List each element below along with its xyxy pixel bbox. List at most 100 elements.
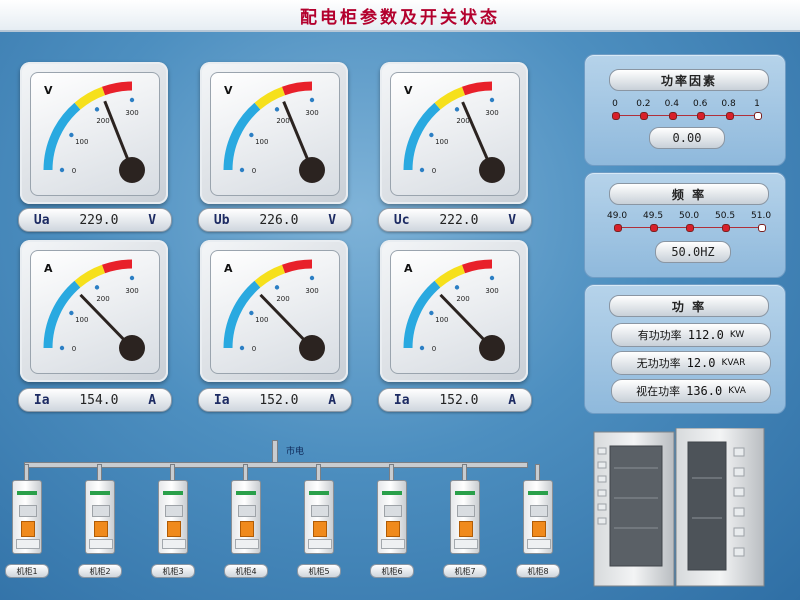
power-title: 功 率 (609, 295, 769, 317)
breaker-3[interactable] (158, 480, 188, 554)
meter-unit: A (404, 262, 413, 275)
meter-tick (239, 167, 245, 173)
page-title: 配电柜参数及开关状态 (300, 7, 500, 28)
meter-unit: A (44, 262, 53, 275)
breaker-terminal (308, 539, 332, 549)
meter-unit: A (224, 262, 233, 275)
meter-arc (403, 280, 441, 349)
scale-label: 0.8 (721, 99, 736, 109)
meter-hub (119, 157, 145, 183)
breaker-label: 机柜6 (370, 564, 414, 578)
breaker-terminal (235, 539, 259, 549)
power-value: 12.0 (686, 356, 716, 370)
breaker-switch[interactable] (532, 521, 546, 537)
scale-label: 0.4 (664, 99, 679, 109)
meter-tick (129, 275, 135, 281)
frequency-value: 50.0HZ (655, 241, 731, 263)
meter-tick (129, 97, 135, 103)
breaker-switch[interactable] (94, 521, 108, 537)
meter-tick (489, 97, 495, 103)
breaker-2[interactable] (85, 480, 115, 554)
meter-arc (74, 264, 106, 288)
breaker-face (165, 505, 183, 517)
readout-unit: A (508, 392, 517, 408)
scale-dot (650, 224, 658, 232)
meter-tick-label: 300 (125, 109, 138, 117)
scale-line (615, 115, 757, 116)
readout-value: 154.0 (79, 392, 119, 408)
meter-arc (462, 81, 493, 96)
scale-dot (612, 112, 620, 120)
meter-tick (94, 107, 100, 112)
breaker-face (19, 505, 37, 517)
breaker-brand-mark (236, 491, 256, 495)
breaker-label: 机柜2 (78, 564, 122, 578)
breaker-switch[interactable] (240, 521, 254, 537)
breaker-switch[interactable] (459, 521, 473, 537)
meter-tick (94, 285, 100, 290)
meter-tick (489, 275, 495, 281)
breaker-switch[interactable] (21, 521, 35, 537)
meter-tick-label: 300 (305, 287, 318, 295)
meter-hub (479, 335, 505, 361)
meter-tick (419, 345, 425, 351)
meter-arc (43, 102, 81, 171)
meter-tick (59, 167, 65, 173)
scale-dot (640, 112, 649, 120)
meter-tick-label: 100 (255, 138, 268, 146)
breaker-brand-mark (90, 491, 110, 495)
meter-tick-label: 0 (72, 345, 76, 353)
breaker-switch[interactable] (386, 521, 400, 537)
breaker-switch[interactable] (167, 521, 181, 537)
breaker-label: 机柜8 (516, 564, 560, 578)
scale-label: 50.0 (679, 211, 700, 221)
meter-tick-label: 0 (252, 167, 256, 175)
meter-tick (274, 107, 280, 112)
breaker-label: 机柜4 (224, 564, 268, 578)
breaker-brand-mark (382, 491, 402, 495)
breaker-face (311, 505, 329, 517)
breaker-brand-mark (163, 491, 183, 495)
breaker-face (238, 505, 256, 517)
meter-tick (454, 285, 460, 290)
breaker-terminal (381, 539, 405, 549)
scale-dot (668, 112, 677, 120)
meter-tick-label: 200 (276, 295, 289, 303)
breaker-switch[interactable] (313, 521, 327, 537)
breaker-terminal (89, 539, 113, 549)
breaker-1[interactable] (12, 480, 42, 554)
meter-tick-label: 100 (255, 316, 268, 324)
breaker-5[interactable] (304, 480, 334, 554)
meter-tick-label: 200 (96, 295, 109, 303)
meter-tick (429, 132, 434, 138)
readout-label: Ub (213, 212, 230, 228)
meter-tick (309, 275, 315, 281)
meter-5: 0 100 200 300 A (200, 240, 348, 382)
meter-tick-label: 300 (305, 109, 318, 117)
meter-tick-label: 300 (485, 287, 498, 295)
breaker-4[interactable] (231, 480, 261, 554)
meter-tick (69, 310, 74, 316)
meter-readout-1: Ua 229.0 V (18, 208, 172, 232)
breaker-7[interactable] (450, 480, 480, 554)
power-label: 有功功率 (637, 329, 682, 342)
meter-dial: 0 100 200 300 V (223, 81, 325, 183)
power-value: 112.0 (687, 328, 724, 342)
scale-label: 1 (754, 99, 760, 109)
meter-tick (69, 132, 74, 138)
meter-2: 0 100 200 300 V (200, 62, 348, 204)
meter-tick (274, 285, 280, 290)
breaker-6[interactable] (377, 480, 407, 554)
power-unit: KVAR (721, 358, 746, 368)
bus-label: 市电 (286, 447, 305, 457)
power-unit: KW (729, 330, 745, 340)
meter-hub (479, 157, 505, 183)
breaker-face (384, 505, 402, 517)
meter-arc (403, 102, 441, 171)
breaker-8[interactable] (523, 480, 553, 554)
meter-tick (249, 132, 254, 138)
scale-label: 51.0 (751, 211, 772, 221)
readout-label: Uc (393, 212, 410, 228)
power-factor-title: 功率因素 (609, 69, 769, 91)
power-label: 视在功率 (636, 385, 681, 398)
